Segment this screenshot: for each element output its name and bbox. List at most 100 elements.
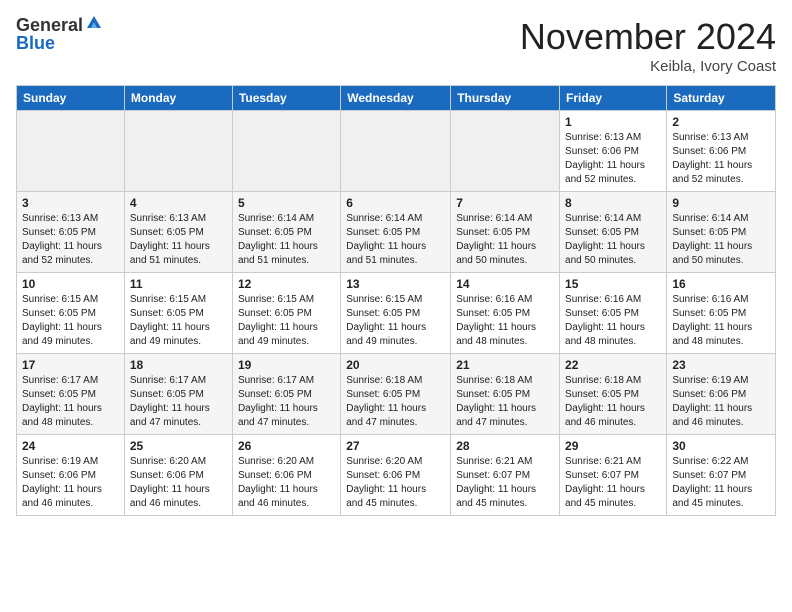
day-info: Sunrise: 6:17 AM Sunset: 6:05 PM Dayligh… [130,374,227,430]
calendar-week-row: 10 Sunrise: 6:15 AM Sunset: 6:05 PM Dayli… [17,273,776,354]
calendar-week-row: 24Sunrise: 6:19 AM Sunset: 6:06 PM Dayli… [17,435,776,516]
table-row: 26 Sunrise: 6:20 AM Sunset: 6:06 PM Dayli… [232,435,340,516]
table-row: 3 Sunrise: 6:13 AM Sunset: 6:05 PM Daylig… [17,192,125,273]
day-number: 19 [238,358,335,372]
table-row: 27 Sunrise: 6:20 AM Sunset: 6:06 PM Dayli… [341,435,451,516]
day-info: Sunrise: 6:15 AM Sunset: 6:05 PM Dayligh… [22,293,119,349]
table-row: 25 Sunrise: 6:20 AM Sunset: 6:06 PM Dayli… [124,435,232,516]
day-info: Sunrise: 6:13 AM Sunset: 6:06 PM Dayligh… [565,131,661,187]
day-number: 3 [22,196,119,210]
col-wednesday: Wednesday [341,86,451,111]
day-number: 15 [565,277,661,291]
day-number: 5 [238,196,335,210]
day-number: 2 [672,115,770,129]
day-info: Sunrise: 6:14 AM Sunset: 6:05 PM Dayligh… [565,212,661,268]
day-info: Sunrise: 6:18 AM Sunset: 6:05 PM Dayligh… [565,374,661,430]
day-number: 25 [130,439,227,453]
day-number: 10 [22,277,119,291]
day-info: Sunrise: 6:16 AM Sunset: 6:05 PM Dayligh… [672,293,770,349]
day-info: Sunrise: 6:15 AM Sunset: 6:05 PM Dayligh… [346,293,445,349]
table-row: 8Sunrise: 6:14 AM Sunset: 6:05 PM Daylig… [560,192,667,273]
col-monday: Monday [124,86,232,111]
page: General Blue November 2024 Keibla, Ivory… [0,0,792,528]
day-info: Sunrise: 6:13 AM Sunset: 6:05 PM Dayligh… [22,212,119,268]
day-info: Sunrise: 6:15 AM Sunset: 6:05 PM Dayligh… [238,293,335,349]
day-number: 13 [346,277,445,291]
day-number: 30 [672,439,770,453]
day-number: 26 [238,439,335,453]
table-row: 28Sunrise: 6:21 AM Sunset: 6:07 PM Dayli… [451,435,560,516]
day-number: 27 [346,439,445,453]
day-info: Sunrise: 6:14 AM Sunset: 6:05 PM Dayligh… [238,212,335,268]
day-number: 22 [565,358,661,372]
day-info: Sunrise: 6:20 AM Sunset: 6:06 PM Dayligh… [238,455,335,511]
calendar-header-row: Sunday Monday Tuesday Wednesday Thursday… [17,86,776,111]
day-info: Sunrise: 6:18 AM Sunset: 6:05 PM Dayligh… [346,374,445,430]
calendar-week-row: 1 Sunrise: 6:13 AM Sunset: 6:06 PM Daylig… [17,111,776,192]
table-row: 23 Sunrise: 6:19 AM Sunset: 6:06 PM Dayli… [667,354,776,435]
table-row: 17 Sunrise: 6:17 AM Sunset: 6:05 PM Dayli… [17,354,125,435]
day-number: 18 [130,358,227,372]
calendar-week-row: 17 Sunrise: 6:17 AM Sunset: 6:05 PM Dayli… [17,354,776,435]
day-info: Sunrise: 6:14 AM Sunset: 6:05 PM Dayligh… [672,212,770,268]
table-row [341,111,451,192]
month-title: November 2024 [520,16,776,58]
location: Keibla, Ivory Coast [520,58,776,75]
table-row: 7 Sunrise: 6:14 AM Sunset: 6:05 PM Daylig… [451,192,560,273]
logo-blue: Blue [16,34,103,52]
day-info: Sunrise: 6:21 AM Sunset: 6:07 PM Dayligh… [456,455,554,511]
table-row: 9 Sunrise: 6:14 AM Sunset: 6:05 PM Daylig… [667,192,776,273]
day-number: 9 [672,196,770,210]
day-number: 20 [346,358,445,372]
day-number: 17 [22,358,119,372]
day-info: Sunrise: 6:13 AM Sunset: 6:05 PM Dayligh… [130,212,227,268]
table-row: 22 Sunrise: 6:18 AM Sunset: 6:05 PM Dayli… [560,354,667,435]
day-number: 1 [565,115,661,129]
day-number: 29 [565,439,661,453]
day-number: 12 [238,277,335,291]
day-info: Sunrise: 6:15 AM Sunset: 6:05 PM Dayligh… [130,293,227,349]
day-info: Sunrise: 6:14 AM Sunset: 6:05 PM Dayligh… [346,212,445,268]
day-info: Sunrise: 6:20 AM Sunset: 6:06 PM Dayligh… [346,455,445,511]
day-info: Sunrise: 6:22 AM Sunset: 6:07 PM Dayligh… [672,455,770,511]
header: General Blue November 2024 Keibla, Ivory… [16,16,776,75]
day-info: Sunrise: 6:16 AM Sunset: 6:05 PM Dayligh… [456,293,554,349]
table-row [17,111,125,192]
day-number: 4 [130,196,227,210]
table-row: 6 Sunrise: 6:14 AM Sunset: 6:05 PM Daylig… [341,192,451,273]
table-row: 1 Sunrise: 6:13 AM Sunset: 6:06 PM Daylig… [560,111,667,192]
day-info: Sunrise: 6:17 AM Sunset: 6:05 PM Dayligh… [22,374,119,430]
table-row: 18 Sunrise: 6:17 AM Sunset: 6:05 PM Dayli… [124,354,232,435]
day-number: 6 [346,196,445,210]
table-row: 15Sunrise: 6:16 AM Sunset: 6:05 PM Dayli… [560,273,667,354]
logo: General Blue [16,16,103,52]
calendar: Sunday Monday Tuesday Wednesday Thursday… [16,85,776,516]
day-info: Sunrise: 6:13 AM Sunset: 6:06 PM Dayligh… [672,131,770,187]
title-block: November 2024 Keibla, Ivory Coast [520,16,776,75]
col-tuesday: Tuesday [232,86,340,111]
day-info: Sunrise: 6:20 AM Sunset: 6:06 PM Dayligh… [130,455,227,511]
col-sunday: Sunday [17,86,125,111]
day-number: 21 [456,358,554,372]
day-info: Sunrise: 6:19 AM Sunset: 6:06 PM Dayligh… [672,374,770,430]
table-row: 11 Sunrise: 6:15 AM Sunset: 6:05 PM Dayli… [124,273,232,354]
day-number: 11 [130,277,227,291]
table-row [124,111,232,192]
day-number: 23 [672,358,770,372]
day-number: 14 [456,277,554,291]
table-row: 5 Sunrise: 6:14 AM Sunset: 6:05 PM Daylig… [232,192,340,273]
table-row: 29Sunrise: 6:21 AM Sunset: 6:07 PM Dayli… [560,435,667,516]
logo-general: General [16,16,83,34]
table-row: 30 Sunrise: 6:22 AM Sunset: 6:07 PM Dayli… [667,435,776,516]
calendar-week-row: 3 Sunrise: 6:13 AM Sunset: 6:05 PM Daylig… [17,192,776,273]
table-row: 13 Sunrise: 6:15 AM Sunset: 6:05 PM Dayli… [341,273,451,354]
table-row: 19Sunrise: 6:17 AM Sunset: 6:05 PM Dayli… [232,354,340,435]
table-row: 20 Sunrise: 6:18 AM Sunset: 6:05 PM Dayli… [341,354,451,435]
table-row: 12 Sunrise: 6:15 AM Sunset: 6:05 PM Dayli… [232,273,340,354]
table-row: 21Sunrise: 6:18 AM Sunset: 6:05 PM Dayli… [451,354,560,435]
day-number: 7 [456,196,554,210]
table-row [232,111,340,192]
day-info: Sunrise: 6:14 AM Sunset: 6:05 PM Dayligh… [456,212,554,268]
day-info: Sunrise: 6:19 AM Sunset: 6:06 PM Dayligh… [22,455,119,511]
table-row [451,111,560,192]
